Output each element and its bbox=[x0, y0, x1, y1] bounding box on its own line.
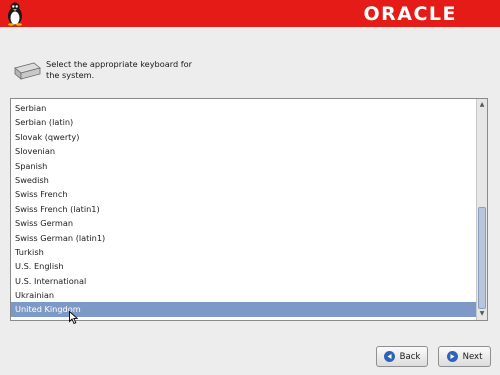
list-item[interactable]: Swedish bbox=[11, 173, 477, 187]
list-item[interactable]: Swiss French (latin1) bbox=[11, 202, 477, 216]
next-button-label: Next bbox=[462, 351, 483, 362]
list-item[interactable]: Swiss German (latin1) bbox=[11, 231, 477, 245]
keyboard-icon bbox=[14, 62, 41, 80]
tux-penguin-icon bbox=[8, 2, 22, 26]
list-scrollbar[interactable]: ▲ ▼ bbox=[476, 99, 487, 320]
prompt-line-1: Select the appropriate keyboard for bbox=[46, 59, 193, 69]
scroll-down-arrow-icon[interactable]: ▼ bbox=[477, 309, 487, 319]
list-item[interactable]: Turkish bbox=[11, 245, 477, 259]
list-item[interactable]: Spanish bbox=[11, 159, 477, 173]
mouse-cursor-icon bbox=[69, 311, 78, 324]
list-item[interactable]: Serbian bbox=[11, 101, 477, 115]
scroll-thumb[interactable] bbox=[478, 207, 486, 309]
list-item[interactable]: Ukrainian bbox=[11, 288, 477, 302]
list-item[interactable]: U.S. International bbox=[11, 274, 477, 288]
list-item[interactable]: U.S. English bbox=[11, 259, 477, 273]
back-button-label: Back bbox=[399, 351, 421, 362]
list-item-selected[interactable]: United Kingdom bbox=[11, 302, 477, 317]
keyboard-list[interactable]: Serbian Serbian (latin) Slovak (qwerty) … bbox=[10, 98, 488, 321]
list-item[interactable]: Swiss French bbox=[11, 187, 477, 201]
arrow-left-icon bbox=[383, 351, 395, 362]
back-button[interactable]: Back bbox=[376, 346, 428, 367]
scroll-up-arrow-icon[interactable]: ▲ bbox=[477, 100, 487, 110]
list-item[interactable]: Swiss German bbox=[11, 216, 477, 230]
top-banner: ORACLE bbox=[0, 0, 500, 27]
keyboard-prompt: Select the appropriate keyboard for the … bbox=[46, 59, 216, 81]
list-item[interactable]: Serbian (latin) bbox=[11, 115, 477, 129]
list-item[interactable]: Slovak (qwerty) bbox=[11, 130, 477, 144]
prompt-line-2: the system. bbox=[46, 70, 95, 80]
oracle-logo: ORACLE bbox=[363, 3, 457, 25]
next-button[interactable]: Next bbox=[438, 346, 491, 367]
arrow-right-icon bbox=[446, 351, 458, 362]
list-item[interactable]: Slovenian bbox=[11, 144, 477, 158]
